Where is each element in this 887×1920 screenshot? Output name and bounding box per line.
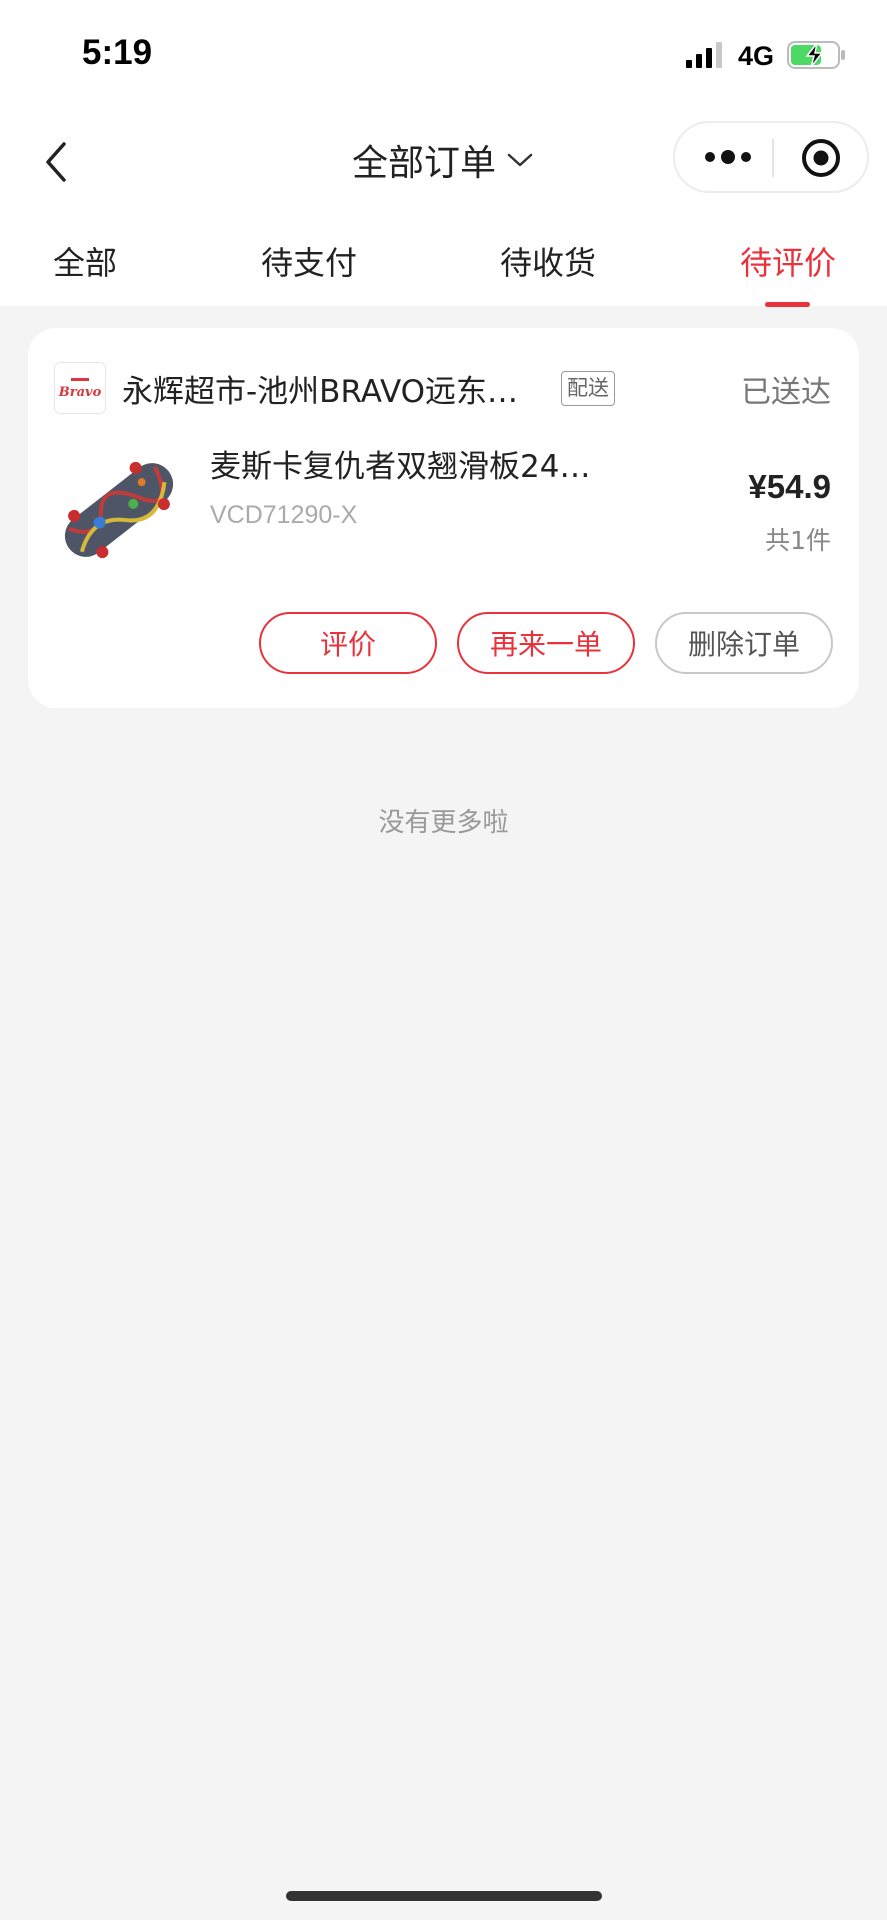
bravo-logo-icon: Bravo	[58, 378, 102, 400]
no-more-text: 没有更多啦	[378, 808, 509, 838]
store-name[interactable]: 永辉超市-池州BRAVO远东…	[122, 366, 552, 411]
capsule-divider	[772, 139, 774, 177]
miniapp-capsule	[673, 121, 869, 193]
nav-title: 全部订单	[352, 143, 497, 184]
product-image[interactable]	[54, 450, 184, 570]
store-logo: Bravo	[54, 362, 106, 414]
tab-pending-receipt[interactable]: 待收货	[500, 238, 596, 284]
order-card[interactable]: Bravo 永辉超市-池州BRAVO远东… 配送 已送达 麦斯卡复仇者双翘滑板2…	[28, 328, 859, 708]
product-count: 共1件	[765, 526, 831, 555]
target-icon[interactable]	[801, 138, 841, 178]
tab-all[interactable]: 全部	[53, 238, 117, 284]
product-sku: VCD71290-X	[210, 501, 358, 529]
chevron-down-icon	[507, 153, 533, 167]
review-button[interactable]: 评价	[259, 612, 437, 674]
back-icon[interactable]	[38, 138, 74, 186]
delivery-tag: 配送	[561, 371, 615, 406]
order-status: 已送达	[741, 375, 831, 410]
status-time: 5:19	[82, 33, 153, 72]
tab-pending-payment[interactable]: 待支付	[261, 238, 357, 284]
signal-icon	[686, 42, 722, 68]
battery-charging-icon	[787, 41, 845, 69]
tab-pending-review[interactable]: 待评价	[740, 238, 836, 284]
svg-text:Bravo: Bravo	[58, 385, 102, 400]
reorder-button[interactable]: 再来一单	[457, 612, 635, 674]
product-name[interactable]: 麦斯卡复仇者双翘滑板24…	[210, 441, 640, 486]
product-price: ¥54.9	[748, 468, 831, 505]
network-label: 4G	[738, 41, 775, 71]
delete-order-button[interactable]: 删除订单	[655, 612, 833, 674]
home-indicator[interactable]	[286, 1891, 602, 1901]
nav-title-dropdown[interactable]: 全部订单	[352, 135, 534, 185]
more-icon[interactable]	[703, 145, 753, 169]
active-tab-indicator	[765, 302, 810, 307]
